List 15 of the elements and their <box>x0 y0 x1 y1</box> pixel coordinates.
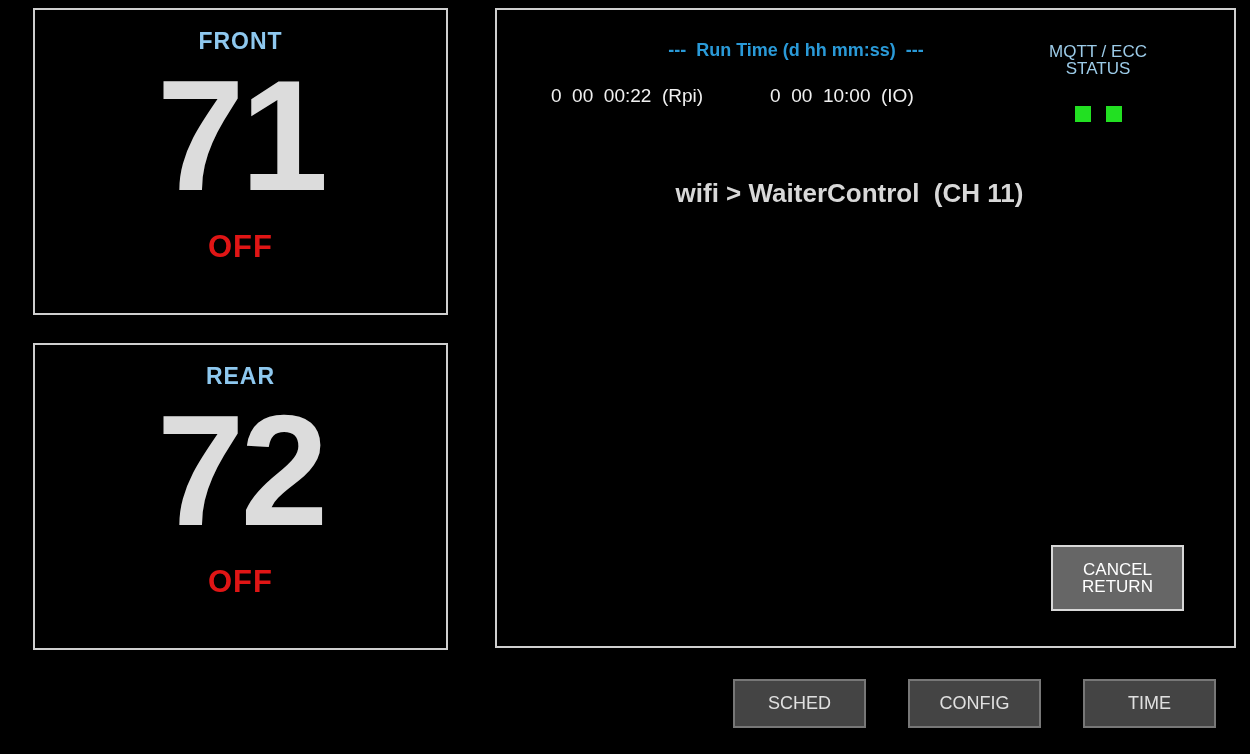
run-time-title: --- Run Time (d hh mm:ss) --- <box>668 40 924 61</box>
nav-button[interactable]: SCHED <box>733 679 866 728</box>
temperature-reading: 72 <box>156 390 325 550</box>
cancel-return-button[interactable]: CANCEL RETURN <box>1051 545 1184 611</box>
zone-state: OFF <box>208 229 273 265</box>
zone-state: OFF <box>208 564 273 600</box>
status-label: MQTT / ECC STATUS <box>1049 43 1147 77</box>
nav-button[interactable]: TIME <box>1083 679 1216 728</box>
wifi-network-text: wifi > WaiterControl (CH 11) <box>675 178 1024 209</box>
nav-button[interactable]: CONFIG <box>908 679 1041 728</box>
temperature-reading: 71 <box>156 55 325 215</box>
zone-title: FRONT <box>198 28 283 55</box>
run-time-value: 0 00 10:00 (IO) <box>770 85 914 107</box>
zone-title: REAR <box>205 363 276 390</box>
run-time-value: 0 00 00:22 (Rpi) <box>551 85 704 107</box>
